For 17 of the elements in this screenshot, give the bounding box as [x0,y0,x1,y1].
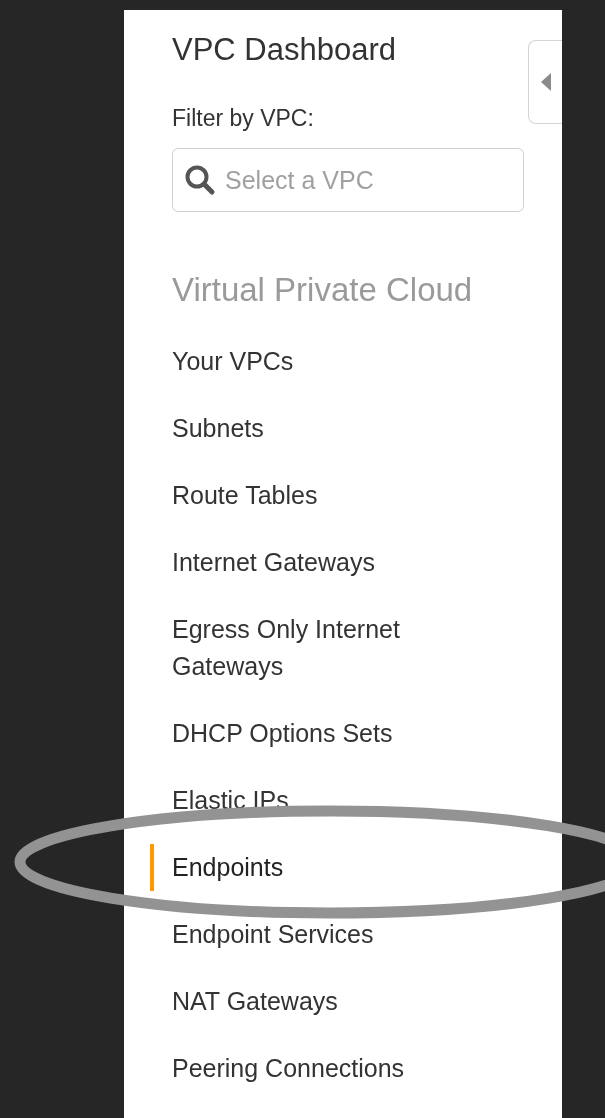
nav-link[interactable]: Endpoint Services [150,901,480,968]
filter-label: Filter by VPC: [172,104,315,133]
nav-link[interactable]: DHCP Options Sets [150,700,480,767]
nav-link[interactable]: Subnets [150,395,480,462]
section-heading: Virtual Private Cloud [172,270,474,310]
nav-link[interactable]: Internet Gateways [150,529,480,596]
nav-link[interactable]: Your VPCs [150,328,480,395]
nav-link[interactable]: Egress Only Internet Gateways [150,596,480,700]
collapse-arrow-icon [541,73,551,91]
vpc-search-field[interactable]: Select a VPC [172,148,524,212]
nav-link[interactable]: Endpoints [150,834,480,901]
nav-link[interactable]: NAT Gateways [150,968,480,1035]
nav-link[interactable]: Peering Connections [150,1035,480,1102]
sidebar-title: VPC Dashboard [172,31,397,69]
search-icon [184,164,216,196]
collapse-tab[interactable] [528,40,562,124]
nav-link[interactable]: Route Tables [150,462,480,529]
